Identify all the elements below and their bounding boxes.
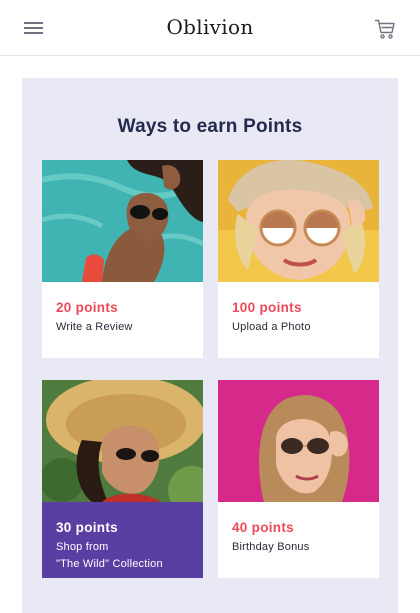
points-value: 30 points	[56, 520, 118, 535]
points-value: 40 points	[232, 520, 294, 535]
points-value: 20 points	[56, 300, 118, 315]
woman-sunglasses-pool-photo	[42, 160, 203, 282]
earn-card-wild-collection[interactable]: 30 points Shop from "The Wild" Collectio…	[42, 380, 203, 578]
points-description: Upload a Photo	[232, 321, 311, 333]
points-value: 100 points	[232, 300, 302, 315]
section-title: Ways to earn Points	[117, 116, 303, 137]
top-navigation-bar: Oblivion	[0, 0, 420, 56]
points-description: Write a Review	[56, 321, 133, 333]
points-description: Birthday Bonus	[232, 541, 310, 553]
points-description: Shop from "The Wild" Collection	[56, 541, 163, 570]
earn-points-section: Ways to earn Points 20 points Write a Re…	[22, 78, 398, 613]
earn-card-photo[interactable]: 100 points Upload a Photo	[218, 160, 379, 358]
earn-card-review[interactable]: 20 points Write a Review	[42, 160, 203, 358]
brand-logo[interactable]: Oblivion	[0, 15, 420, 39]
woman-straw-hat-sunglasses-photo	[42, 380, 203, 502]
woman-beige-hat-white-sunglasses-photo	[218, 160, 379, 282]
earn-card-birthday[interactable]: 40 points Birthday Bonus	[218, 380, 379, 578]
shopping-cart-icon[interactable]	[374, 18, 396, 40]
woman-pink-background-sunglasses-photo	[218, 380, 379, 502]
